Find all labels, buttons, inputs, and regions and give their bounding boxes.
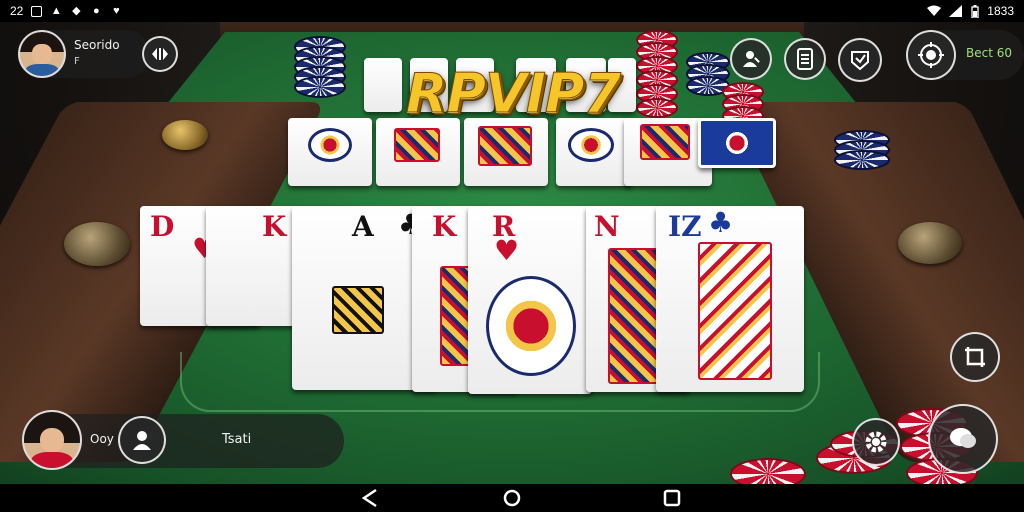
- target-button[interactable]: [906, 30, 956, 80]
- chip: [834, 150, 890, 170]
- balance-label: Bect 60: [966, 46, 1013, 60]
- card-rank: K: [432, 210, 457, 243]
- playing-card-back[interactable]: [698, 118, 776, 168]
- card-suit: ♣: [708, 206, 734, 239]
- avatar-face: [39, 427, 65, 453]
- chip: [636, 98, 678, 118]
- card-emblem: [568, 128, 614, 162]
- playing-card[interactable]: [556, 118, 632, 186]
- avatar-body: [25, 63, 59, 76]
- card-face-art: [698, 242, 772, 380]
- shield-icon: ●: [93, 5, 100, 17]
- system-nav-bar: [0, 484, 1024, 512]
- swap-icon: [152, 48, 168, 60]
- menu-list-button[interactable]: [784, 38, 826, 80]
- shield-check-icon: [851, 51, 869, 70]
- wifi-icon: [927, 5, 942, 16]
- playing-card[interactable]: IZ ♣: [656, 206, 804, 392]
- heart-icon: ♥: [113, 5, 120, 17]
- back-nav-icon[interactable]: [358, 488, 382, 508]
- chat-bubble-icon: [950, 428, 976, 448]
- card-suit: ♥: [494, 234, 520, 267]
- player-bottom-avatar[interactable]: [22, 410, 82, 470]
- add-friend-button[interactable]: [118, 416, 166, 464]
- player-top-subtext: F: [74, 56, 80, 67]
- cup-holder-right: [898, 222, 962, 264]
- chip: [294, 76, 346, 98]
- playing-card[interactable]: [464, 118, 548, 186]
- menu-list-icon: [797, 48, 813, 70]
- card-rank: N: [594, 210, 620, 243]
- battery-icon: [971, 4, 979, 18]
- avatar-face: [32, 44, 52, 64]
- card-emblem: [308, 128, 352, 162]
- rupee-icon: ◆: [72, 5, 81, 17]
- player-top-avatar[interactable]: [18, 30, 66, 78]
- card-face-art: [640, 124, 690, 160]
- user-block-icon: [743, 51, 760, 67]
- playing-card[interactable]: R ♥: [468, 206, 592, 394]
- image-icon: ▲: [50, 5, 62, 17]
- status-left-text: 22: [10, 4, 24, 18]
- settings-gear-icon: [865, 431, 887, 453]
- swap-button[interactable]: [142, 36, 178, 72]
- chat-button[interactable]: [928, 404, 998, 474]
- status-time: 1833: [987, 4, 1014, 18]
- add-friend-icon: [133, 431, 151, 450]
- target-icon: [918, 42, 944, 68]
- card-rank: A: [352, 210, 374, 243]
- player-bottom-label: Ooy: [90, 432, 114, 446]
- recents-nav-icon[interactable]: [660, 488, 684, 508]
- crop-frame-button[interactable]: [950, 332, 1000, 382]
- shield-check-button[interactable]: [838, 38, 882, 82]
- playing-card[interactable]: [288, 118, 372, 186]
- user-block-button[interactable]: [730, 38, 772, 80]
- card-rank: K: [262, 210, 287, 243]
- avatar-body: [30, 452, 74, 468]
- card-face-art: [332, 286, 384, 334]
- playing-card[interactable]: [376, 118, 460, 186]
- chip: [730, 458, 806, 484]
- settings-button[interactable]: [852, 418, 900, 466]
- square-notification-icon: [31, 5, 43, 17]
- status-bar: 22 ▲ ◆ ● ♥ 1833: [0, 0, 1024, 22]
- status-right: 1833: [927, 4, 1014, 18]
- cup-holder-left-top: [162, 120, 208, 150]
- player-top-name: Seorido: [74, 38, 120, 52]
- cup-holder-left: [64, 222, 130, 266]
- signal-icon: [949, 5, 963, 17]
- card-rank: D: [150, 210, 175, 243]
- game-scene: RPVIP7 D ♥ K ♦ A ♣ K R ♥ N IZ: [0, 22, 1024, 484]
- player-bottom-name: Tsati: [222, 432, 252, 447]
- crop-frame-icon: [965, 347, 985, 367]
- status-left: 22 ▲ ◆ ● ♥: [10, 4, 122, 18]
- card-rank: IZ: [668, 210, 702, 243]
- card-face-art: [478, 126, 532, 166]
- card-emblem: [486, 276, 576, 376]
- home-nav-icon[interactable]: [500, 488, 524, 508]
- card-face-art: [394, 128, 440, 162]
